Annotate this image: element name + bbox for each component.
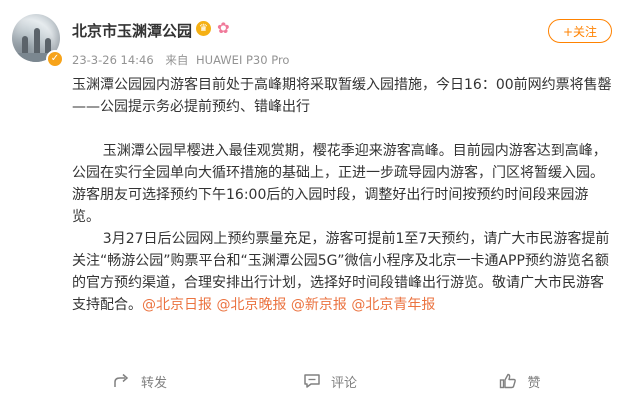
body-line-1: 玉渊潭公园园内游客目前处于高峰期将采取暂缓入园措施，今日16：00前网约票将售罄	[72, 77, 612, 93]
blossom-icon: ✿	[217, 19, 230, 37]
mention-link[interactable]: @北京日报	[142, 297, 212, 313]
repost-label: 转发	[140, 375, 167, 391]
post-timestamp[interactable]: 23-3-26 14:46	[72, 53, 154, 67]
post-meta: 23-3-26 14:46 来自 HUAWEI P30 Pro	[72, 52, 297, 68]
post-body: 玉渊潭公园园内游客目前处于高峰期将采取暂缓入园措施，今日16：00前网约票将售罄…	[72, 74, 612, 316]
device-name: HUAWEI P30 Pro	[196, 53, 290, 67]
thumbs-up-icon	[499, 373, 517, 389]
repost-button[interactable]: 转发	[60, 372, 220, 391]
like-button[interactable]: 赞	[440, 372, 600, 391]
body-paragraph-1: 玉渊潭公园早樱进入最佳观赏期，樱花季迎来游客高峰。目前园内游客达到高峰，公园在实…	[72, 143, 607, 225]
follow-button[interactable]: +关注	[548, 19, 612, 43]
mention-link[interactable]: @北京青年报	[351, 297, 435, 313]
source-prefix: 来自	[165, 53, 189, 67]
crown-icon: ♛	[196, 21, 211, 36]
mention-link[interactable]: @新京报	[291, 297, 347, 313]
comment-icon	[303, 373, 321, 389]
author-name[interactable]: 北京市玉渊潭公园	[72, 20, 192, 41]
avatar-tree	[34, 28, 40, 54]
body-paragraph-2: 3月27日后公园网上预约票量充足，游客可提前1至7天预约，请广大市民游客提前关注…	[72, 228, 612, 316]
avatar-tree	[22, 36, 28, 54]
action-bar: 转发 评论 赞	[60, 368, 600, 394]
comment-label: 评论	[330, 375, 357, 391]
comment-button[interactable]: 评论	[250, 372, 410, 391]
like-label: 赞	[527, 375, 541, 391]
body-line-2: ——公园提示务必提前预约、错峰出行	[72, 99, 310, 115]
verified-badge-icon: ✓	[46, 50, 64, 68]
mention-link[interactable]: @北京晚报	[216, 297, 286, 313]
repost-icon	[113, 373, 131, 389]
